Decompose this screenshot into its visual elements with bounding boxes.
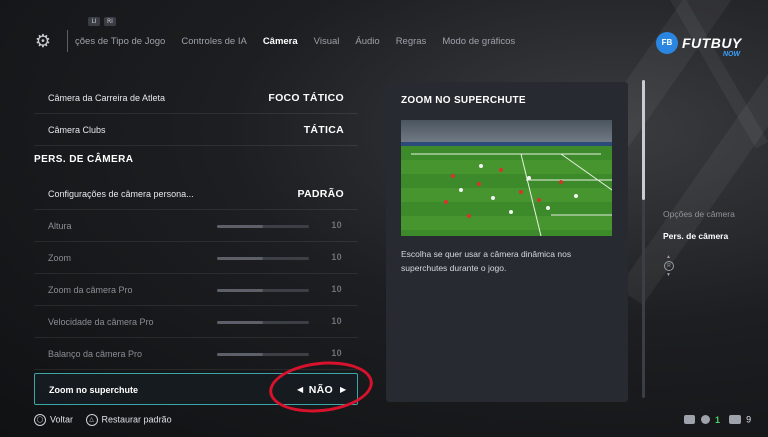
setting-label: Zoom da câmera Pro <box>48 285 133 295</box>
height-slider[interactable] <box>217 225 309 228</box>
settings-list: Câmera da Carreira de Atleta FOCO TÁTICO… <box>34 80 358 410</box>
circle-button-icon: ◯ <box>34 414 46 426</box>
detail-description: Escolha se quer usar a câmera dinâmica n… <box>401 249 572 273</box>
section-title: PERS. DE CÂMERA <box>34 154 134 165</box>
right-bumper-icon: RI <box>104 17 116 26</box>
setting-value: 10 <box>331 284 342 294</box>
users-count: 9 <box>746 414 752 425</box>
gear-icon[interactable]: ⚙ <box>34 32 52 50</box>
gameplay-preview-image <box>401 120 612 236</box>
setting-label: Zoom no superchute <box>49 385 139 395</box>
right-stick-icon: ▲ R ▼ <box>664 255 674 279</box>
stick-r-glyph: R <box>664 261 674 271</box>
setting-value: 10 <box>331 316 342 326</box>
tab-game-type-options[interactable]: ções de Tipo de Jogo <box>75 36 165 47</box>
pro-camera-speed-slider[interactable] <box>217 321 309 324</box>
tab-visual[interactable]: Visual <box>314 36 340 47</box>
setting-value: 10 <box>331 220 342 230</box>
setting-value: TÁTICA <box>303 124 344 136</box>
setting-label: Zoom <box>48 253 72 263</box>
back-label: Voltar <box>50 414 74 425</box>
setting-row-height[interactable]: Altura 10 <box>34 210 358 242</box>
logo-subtitle: NOW <box>723 51 741 58</box>
reset-label: Restaurar padrão <box>101 414 172 425</box>
tab-graphics-mode[interactable]: Modo de gráficos <box>442 36 515 47</box>
setting-label: Balanço da câmera Pro <box>48 349 143 359</box>
setting-label: Velocidade da câmera Pro <box>48 317 154 327</box>
setting-row-career-camera[interactable]: Câmera da Carreira de Atleta FOCO TÁTICO <box>34 82 358 114</box>
online-count: 1 <box>715 414 721 425</box>
slider-fill <box>217 353 263 356</box>
tab-audio[interactable]: Áudio <box>355 36 379 47</box>
setting-row-custom-camera-settings[interactable]: Configurações de câmera persona... PADRÃ… <box>34 178 358 210</box>
slider-fill <box>217 321 263 324</box>
setting-row-zoom[interactable]: Zoom 10 <box>34 242 358 274</box>
stick-down-arrow-icon: ▼ <box>666 272 671 278</box>
footer-controls: ◯ Voltar △ Restaurar padrão <box>34 414 182 430</box>
futbuy-logo: FB FUTBUY NOW <box>656 32 756 62</box>
scrollbar[interactable] <box>642 80 645 398</box>
pitch-illustration <box>401 120 612 236</box>
status-indicators: 1 9 <box>684 414 751 425</box>
logo-name: FUTBUY <box>682 35 742 51</box>
pro-camera-zoom-slider[interactable] <box>217 289 309 292</box>
setting-value: FOCO TÁTICO <box>268 92 344 104</box>
slider-fill <box>217 289 263 292</box>
zoom-slider[interactable] <box>217 257 309 260</box>
setting-label: Câmera da Carreira de Atleta <box>48 93 166 103</box>
logo-badge: FB <box>656 32 678 54</box>
online-icon <box>700 415 710 425</box>
tab-rules[interactable]: Regras <box>396 36 427 47</box>
reset-defaults-button[interactable]: △ Restaurar padrão <box>85 414 172 426</box>
setting-label: Configurações de câmera persona... <box>48 189 194 199</box>
triangle-button-icon: △ <box>85 414 98 426</box>
stick-up-arrow-icon: ▲ <box>666 254 671 260</box>
breadcrumb-parent: Opções de câmera <box>663 209 735 219</box>
controller-icon <box>684 415 695 425</box>
tab-camera[interactable]: Câmera <box>263 36 298 47</box>
setting-value: 10 <box>331 348 342 358</box>
scrollbar-thumb[interactable] <box>642 80 645 200</box>
nav-divider <box>67 30 68 52</box>
tab-ai-controls[interactable]: Controles de IA <box>181 36 246 47</box>
top-navigation: ⚙ LI RI ções de Tipo de Jogo Controles d… <box>0 0 640 80</box>
setting-row-pro-camera-zoom[interactable]: Zoom da câmera Pro 10 <box>34 274 358 306</box>
detail-title: ZOOM NO SUPERCHUTE <box>401 95 526 106</box>
breadcrumb-current: Pers. de câmera <box>663 231 729 241</box>
detail-panel: ZOOM NO SUPERCHUTE Escolha se quer usar … <box>386 82 628 402</box>
back-button[interactable]: ◯ Voltar <box>34 414 73 426</box>
slider-fill <box>217 225 263 228</box>
setting-value: 10 <box>331 252 342 262</box>
tab-bar: ções de Tipo de Jogo Controles de IA Câm… <box>75 36 515 47</box>
setting-value: PADRÃO <box>297 188 344 200</box>
slider-fill <box>217 257 263 260</box>
users-icon <box>728 415 741 425</box>
setting-row-pro-camera-speed[interactable]: Velocidade da câmera Pro 10 <box>34 306 358 338</box>
left-bumper-icon: LI <box>88 17 100 26</box>
setting-label: Câmera Clubs <box>48 125 106 135</box>
pro-camera-sway-slider[interactable] <box>217 353 309 356</box>
setting-row-clubs-camera[interactable]: Câmera Clubs TÁTICA <box>34 114 358 146</box>
setting-label: Altura <box>48 221 72 231</box>
